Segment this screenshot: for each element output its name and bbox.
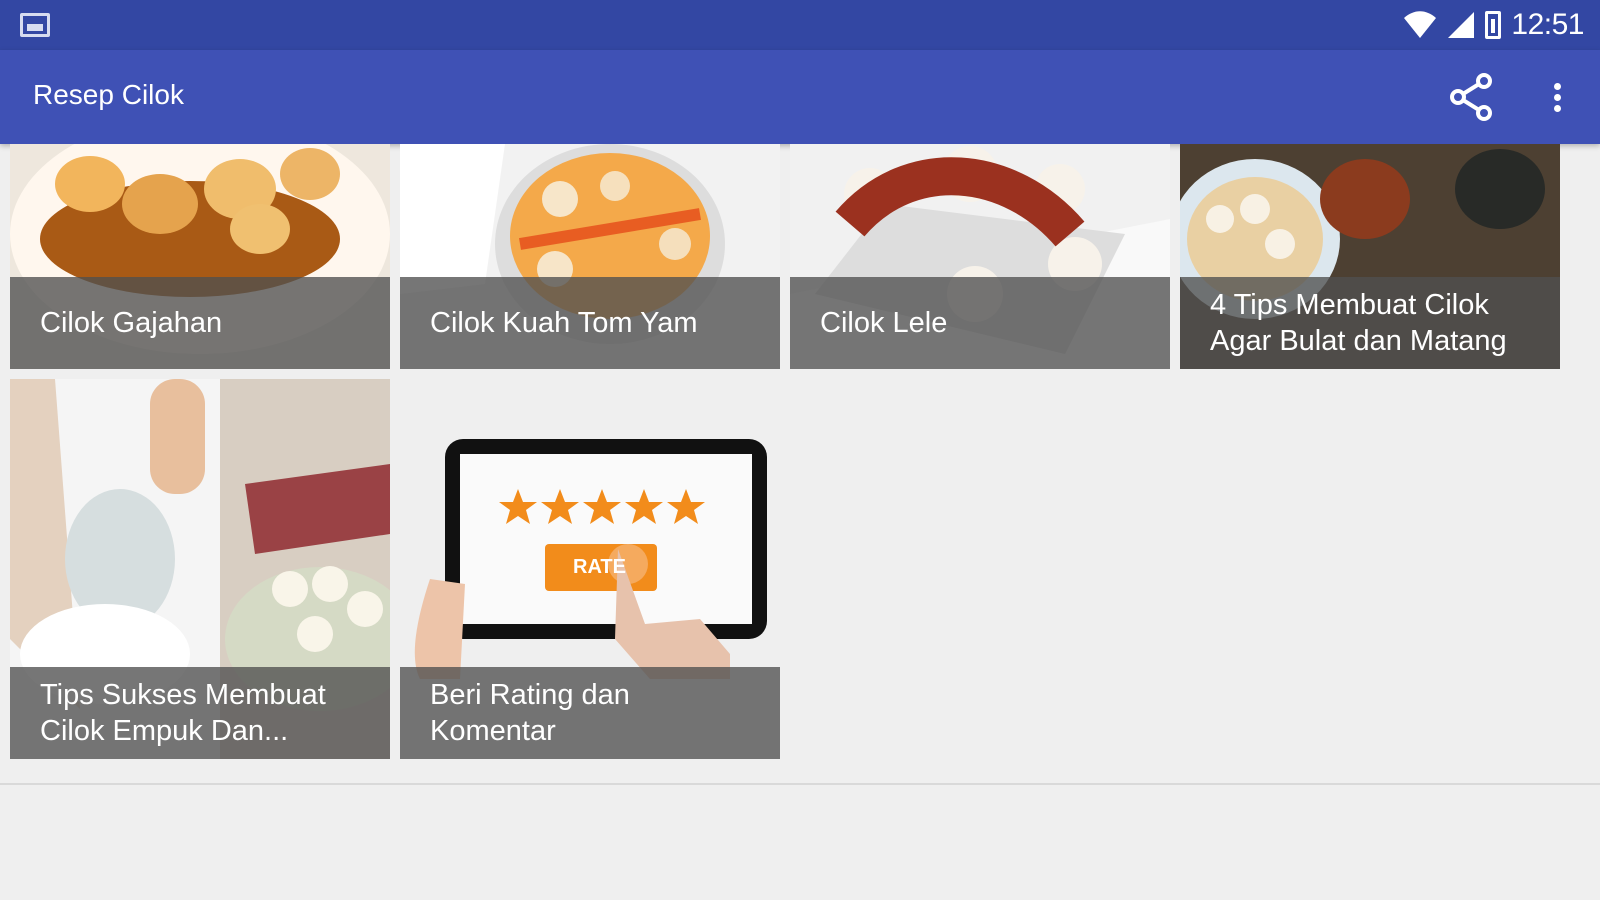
status-icons: 12:51 [1403,8,1584,42]
battery-icon [1485,11,1502,39]
recipe-tile-tips-sukses[interactable]: Tips Sukses Membuat Cilok Empuk Dan... [10,379,390,759]
tile-caption: Beri Rating dan Komentar [400,667,780,759]
recipe-tile-cilok-lele[interactable]: Cilok Lele [790,144,1170,369]
tile-caption: Cilok Kuah Tom Yam [400,277,780,369]
recipe-tile-cilok-gajahan[interactable]: Cilok Gajahan [10,144,390,369]
status-time: 12:51 [1511,8,1584,41]
recipe-tile-4-tips[interactable]: 4 Tips Membuat Cilok Agar Bulat dan Mata… [1180,144,1560,369]
recipe-grid: Cilok Gajahan Cilok Kuah Tom Yam Cilok L… [0,144,1600,776]
status-bar: 12:51 [0,0,1600,50]
app-bar: Resep Cilok [0,50,1600,144]
tile-caption: Tips Sukses Membuat Cilok Empuk Dan... [10,667,390,759]
tile-caption: Cilok Gajahan [10,277,390,369]
page-title: Resep Cilok [33,79,184,110]
more-vert-icon[interactable] [1545,73,1569,121]
tile-caption: Cilok Lele [790,277,1170,369]
recipe-tile-cilok-kuah-tom-yam[interactable]: Cilok Kuah Tom Yam [400,144,780,369]
wifi-icon [1404,11,1437,38]
grid-divider [0,783,1600,785]
tile-caption: 4 Tips Membuat Cilok Agar Bulat dan Mata… [1180,277,1560,369]
signal-icon [1448,12,1475,38]
share-icon[interactable] [1448,73,1496,121]
rate-button-label[interactable]: RATE [545,544,657,591]
rate-tile[interactable]: RATE Beri Rating dan Komentar [400,379,780,759]
image-icon [20,13,50,37]
